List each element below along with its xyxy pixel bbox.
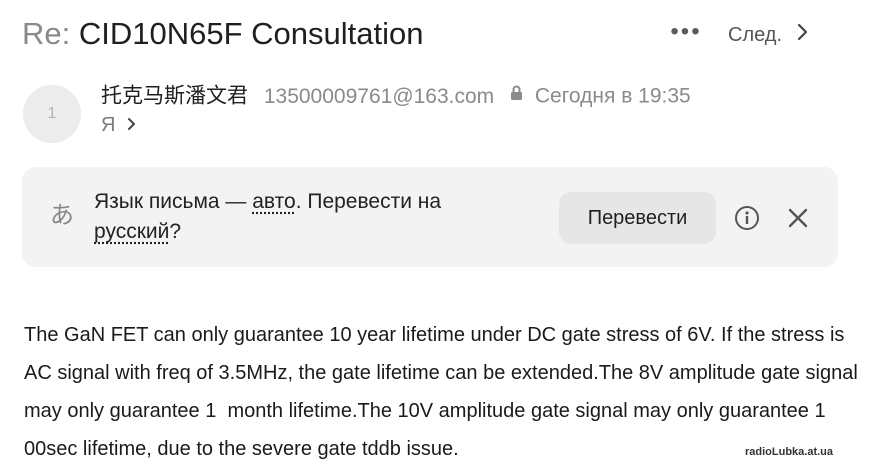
- translate-button[interactable]: Перевести: [559, 192, 716, 244]
- watermark: radioLubka.at.ua: [742, 446, 837, 458]
- subject-row: Re: CID10N65F Consultation ••• След.: [22, 14, 860, 54]
- next-label: След.: [728, 24, 783, 46]
- sender-email[interactable]: 13500009761@163.com: [264, 85, 494, 108]
- translate-text-middle: . Перевести на: [295, 190, 442, 213]
- sender-name[interactable]: 托克马斯潘文君: [101, 85, 248, 108]
- subject-prefix: Re:: [22, 16, 71, 51]
- sent-time: Сегодня в 19:35: [534, 84, 691, 108]
- translate-prompt: Язык письма — авто. Перевести на русский…: [94, 187, 514, 247]
- chevron-right-icon: [796, 18, 808, 50]
- translate-text-before: Язык письма —: [94, 190, 253, 213]
- translate-bar: あ Язык письма — авто. Перевести на русск…: [22, 167, 838, 267]
- translate-text-after: ?: [169, 220, 182, 243]
- close-icon[interactable]: [787, 207, 809, 229]
- next-message-button[interactable]: След.: [728, 18, 808, 50]
- subject-title: CID10N65F Consultation: [78, 16, 424, 51]
- more-actions-button[interactable]: •••: [658, 14, 714, 54]
- email-subject: Re: CID10N65F Consultation: [22, 14, 424, 54]
- sender-avatar[interactable]: 1: [23, 85, 81, 143]
- info-icon[interactable]: [734, 205, 760, 231]
- detected-language-link[interactable]: авто: [252, 190, 295, 213]
- recipient-toggle[interactable]: Я: [101, 111, 137, 139]
- target-language-link[interactable]: русский: [94, 220, 169, 243]
- recipient-label: Я: [101, 114, 116, 136]
- lock-icon: [510, 80, 523, 110]
- chevron-right-icon: [127, 114, 137, 136]
- sender-row: 托克马斯潘文君 13500009761@163.com Сегодня в 19…: [101, 80, 691, 110]
- language-icon: あ: [50, 202, 74, 229]
